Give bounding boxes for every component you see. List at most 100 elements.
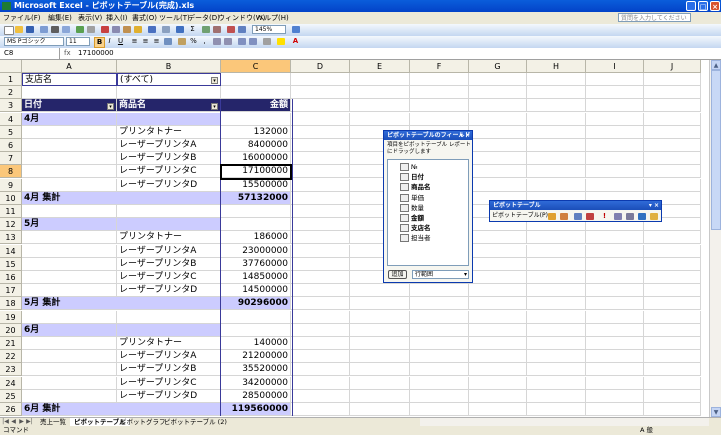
grid-cell[interactable] — [469, 271, 527, 284]
grid-cell[interactable] — [586, 297, 644, 311]
grid-cell[interactable] — [350, 350, 410, 364]
grid-cell[interactable] — [644, 284, 701, 298]
font-size-select[interactable]: 11 — [66, 37, 90, 46]
field-item[interactable]: № — [400, 162, 418, 172]
page-field-value[interactable]: (すべて) — [117, 73, 221, 86]
borders-icon[interactable] — [263, 38, 271, 45]
grid-cell[interactable] — [586, 99, 644, 113]
grid-cell[interactable] — [644, 231, 701, 245]
grid-cell[interactable] — [527, 271, 586, 284]
subtotal-label[interactable]: 5月 集計 — [22, 297, 221, 311]
grid-cell[interactable] — [22, 376, 117, 390]
grid-cell[interactable] — [469, 337, 527, 350]
align-right-icon[interactable]: ≡ — [152, 37, 161, 46]
grid-cell[interactable] — [350, 363, 410, 377]
vertical-scrollbar[interactable]: ▲ ▼ — [709, 60, 721, 417]
font-name-select[interactable]: MS Pゴシック — [4, 37, 64, 46]
grid-cell[interactable] — [469, 350, 527, 364]
product-cell[interactable]: レーザープリンタB — [117, 363, 221, 377]
scroll-thumb[interactable] — [711, 70, 721, 230]
grid-cell[interactable] — [291, 139, 350, 152]
grid-cell[interactable] — [527, 152, 586, 166]
next-sheet-icon[interactable]: ▶ — [18, 418, 25, 426]
grid-cell[interactable] — [586, 337, 644, 350]
grid-cell[interactable] — [291, 86, 350, 100]
grid-cell[interactable] — [469, 112, 527, 126]
grid-cell[interactable] — [22, 363, 117, 377]
grid-cell[interactable] — [221, 205, 291, 218]
grid-cell[interactable] — [644, 350, 701, 364]
row-header-17[interactable]: 17 — [0, 284, 22, 298]
grid-cell[interactable] — [644, 323, 701, 337]
scroll-down-icon[interactable]: ▼ — [711, 407, 721, 417]
amount-cell[interactable]: 35520000 — [221, 363, 291, 377]
hide-field-list-icon[interactable] — [650, 213, 658, 220]
grid-cell[interactable] — [527, 165, 586, 179]
worksheet-grid[interactable]: A B C D E F G H I J 1 2 3 4 5 6 7 8 9 10 11 12 13 14 15 16 17 18 19 2… — [0, 60, 709, 417]
chart-wizard-icon[interactable] — [227, 26, 235, 33]
amount-cell[interactable]: 14500000 — [221, 284, 291, 298]
pivot-menu-button[interactable]: ピボットテーブル(P) — [492, 211, 548, 221]
grid-cell[interactable] — [586, 310, 644, 324]
grid-cell[interactable] — [644, 112, 701, 126]
grid-cell[interactable] — [350, 86, 410, 100]
grid-cell[interactable] — [350, 99, 410, 113]
grid-cell[interactable] — [527, 112, 586, 126]
grid-cell[interactable] — [291, 310, 350, 324]
grid-cell[interactable] — [644, 257, 701, 271]
grid-cell[interactable] — [469, 125, 527, 139]
grid-cell[interactable] — [117, 86, 221, 100]
increase-indent-icon[interactable] — [249, 38, 257, 45]
grid-cell[interactable] — [22, 310, 117, 324]
field-list-title-bar[interactable]: ピボットテーブルのフィールド ▾ × — [384, 131, 472, 140]
row-header-4[interactable]: 4 — [0, 112, 22, 126]
grid-cell[interactable] — [291, 363, 350, 377]
row-header-13[interactable]: 13 — [0, 231, 22, 245]
close-button[interactable]: × — [710, 1, 720, 11]
row-header-15[interactable]: 15 — [0, 257, 22, 271]
row-header-6[interactable]: 6 — [0, 139, 22, 152]
format-report-icon[interactable] — [548, 213, 556, 220]
print-icon[interactable] — [51, 26, 59, 33]
formula-input[interactable]: 17100000 — [78, 48, 114, 59]
menu-help[interactable]: ヘルプ(H) — [257, 12, 289, 24]
column-header-f[interactable]: F — [410, 60, 469, 73]
grid-cell[interactable] — [410, 363, 469, 377]
product-cell[interactable]: レーザープリンタA — [117, 244, 221, 258]
grid-cell[interactable] — [527, 297, 586, 311]
grid-cell[interactable] — [586, 86, 644, 100]
grid-cell[interactable] — [469, 231, 527, 245]
select-all-corner[interactable] — [0, 60, 22, 73]
row-header-21[interactable]: 21 — [0, 337, 22, 350]
grid-cell[interactable] — [22, 337, 117, 350]
grid-cell[interactable] — [586, 152, 644, 166]
grid-cell[interactable] — [586, 284, 644, 298]
grid-cell[interactable] — [644, 337, 701, 350]
minimize-button[interactable]: _ — [686, 1, 696, 11]
new-icon[interactable] — [4, 26, 14, 35]
grid-cell[interactable] — [291, 297, 350, 311]
grid-cell[interactable] — [644, 125, 701, 139]
grid-cell[interactable] — [291, 389, 350, 403]
print-preview-icon[interactable] — [62, 26, 70, 33]
header-product[interactable]: 商品名 — [117, 99, 221, 113]
grid-cell[interactable] — [22, 152, 117, 166]
month-label[interactable]: 4月 — [22, 112, 117, 126]
grid-cell[interactable] — [469, 139, 527, 152]
grid-cell[interactable] — [586, 178, 644, 192]
grid-cell[interactable] — [350, 284, 410, 298]
column-header-b[interactable]: B — [117, 60, 221, 73]
field-item[interactable]: 数量 — [400, 203, 424, 213]
subtotal-label[interactable]: 4月 集計 — [22, 191, 221, 205]
grid-cell[interactable] — [469, 165, 527, 179]
grid-cell[interactable] — [221, 86, 291, 100]
italic-button[interactable]: I — [105, 37, 114, 46]
month-band[interactable] — [117, 218, 221, 232]
subtotal-value[interactable]: 90296000 — [221, 297, 291, 311]
product-cell[interactable]: レーザープリンタC — [117, 376, 221, 390]
grid-cell[interactable] — [469, 244, 527, 258]
grid-cell[interactable] — [22, 205, 117, 218]
sort-descending-icon[interactable] — [213, 26, 221, 33]
grid-cell[interactable] — [350, 73, 410, 86]
grid-cell[interactable] — [527, 363, 586, 377]
